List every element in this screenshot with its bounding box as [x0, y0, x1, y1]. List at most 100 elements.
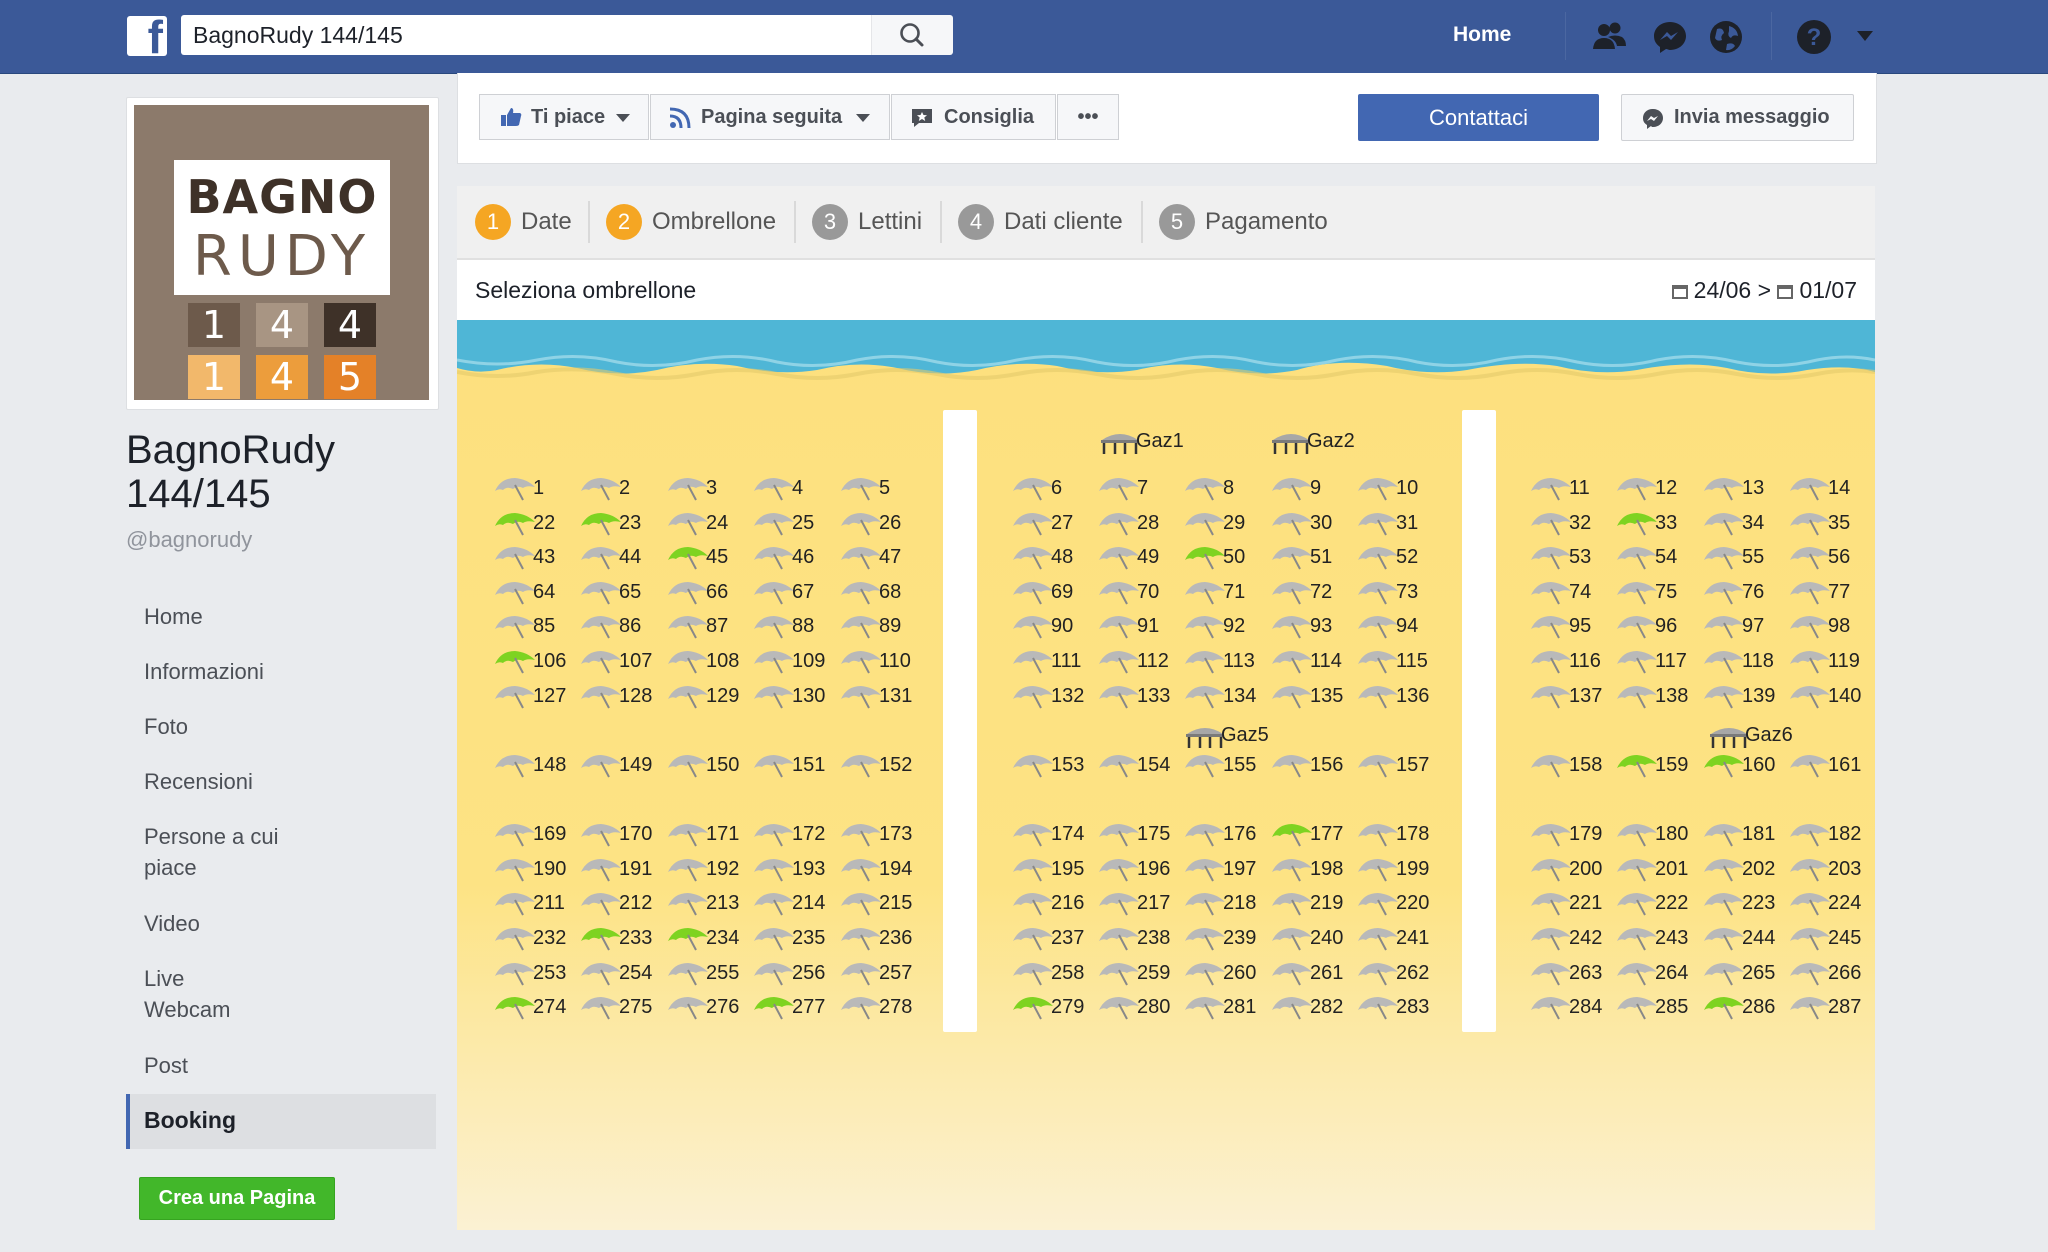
umbrella-152[interactable]: 152	[839, 750, 921, 780]
umbrella-7[interactable]: 7	[1097, 473, 1179, 503]
umbrella-276[interactable]: 276	[666, 992, 748, 1022]
umbrella-3[interactable]: 3	[666, 473, 748, 503]
umbrella-24[interactable]: 24	[666, 508, 748, 538]
umbrella-217[interactable]: 217	[1097, 888, 1179, 918]
umbrella-153[interactable]: 153	[1011, 750, 1093, 780]
umbrella-232[interactable]: 232	[493, 923, 575, 953]
umbrella-4[interactable]: 4	[752, 473, 834, 503]
umbrella-47[interactable]: 47	[839, 542, 921, 572]
umbrella-245[interactable]: 245	[1788, 923, 1870, 953]
more-options-button[interactable]: •••	[1057, 94, 1119, 140]
umbrella-10[interactable]: 10	[1356, 473, 1438, 503]
umbrella-132[interactable]: 132	[1011, 681, 1093, 711]
umbrella-256[interactable]: 256	[752, 958, 834, 988]
send-message-button[interactable]: Invia messaggio	[1621, 94, 1854, 141]
umbrella-263[interactable]: 263	[1529, 958, 1611, 988]
umbrella-274[interactable]: 274	[493, 992, 575, 1022]
umbrella-170[interactable]: 170	[579, 819, 661, 849]
umbrella-281[interactable]: 281	[1183, 992, 1265, 1022]
follow-button[interactable]: Pagina seguita	[650, 94, 890, 140]
umbrella-148[interactable]: 148	[493, 750, 575, 780]
umbrella-70[interactable]: 70	[1097, 577, 1179, 607]
notifications-globe-icon[interactable]	[1707, 18, 1745, 56]
umbrella-111[interactable]: 111	[1011, 646, 1093, 676]
umbrella-133[interactable]: 133	[1097, 681, 1179, 711]
umbrella-157[interactable]: 157	[1356, 750, 1438, 780]
umbrella-194[interactable]: 194	[839, 854, 921, 884]
umbrella-13[interactable]: 13	[1702, 473, 1784, 503]
umbrella-282[interactable]: 282	[1270, 992, 1352, 1022]
umbrella-26[interactable]: 26	[839, 508, 921, 538]
umbrella-264[interactable]: 264	[1615, 958, 1697, 988]
umbrella-219[interactable]: 219	[1270, 888, 1352, 918]
umbrella-266[interactable]: 266	[1788, 958, 1870, 988]
umbrella-91[interactable]: 91	[1097, 611, 1179, 641]
umbrella-196[interactable]: 196	[1097, 854, 1179, 884]
umbrella-182[interactable]: 182	[1788, 819, 1870, 849]
sidebar-item-recensioni[interactable]: Recensioni	[144, 766, 404, 797]
umbrella-130[interactable]: 130	[752, 681, 834, 711]
umbrella-98[interactable]: 98	[1788, 611, 1870, 641]
umbrella-284[interactable]: 284	[1529, 992, 1611, 1022]
umbrella-149[interactable]: 149	[579, 750, 661, 780]
umbrella-127[interactable]: 127	[493, 681, 575, 711]
umbrella-155[interactable]: 155	[1183, 750, 1265, 780]
umbrella-262[interactable]: 262	[1356, 958, 1438, 988]
sidebar-item-post[interactable]: Post	[144, 1050, 404, 1081]
umbrella-218[interactable]: 218	[1183, 888, 1265, 918]
friend-requests-icon[interactable]	[1590, 18, 1628, 56]
umbrella-211[interactable]: 211	[493, 888, 575, 918]
umbrella-5[interactable]: 5	[839, 473, 921, 503]
umbrella-52[interactable]: 52	[1356, 542, 1438, 572]
umbrella-55[interactable]: 55	[1702, 542, 1784, 572]
sidebar-item-home[interactable]: Home	[144, 601, 404, 632]
umbrella-56[interactable]: 56	[1788, 542, 1870, 572]
umbrella-173[interactable]: 173	[839, 819, 921, 849]
umbrella-96[interactable]: 96	[1615, 611, 1697, 641]
umbrella-51[interactable]: 51	[1270, 542, 1352, 572]
umbrella-179[interactable]: 179	[1529, 819, 1611, 849]
umbrella-175[interactable]: 175	[1097, 819, 1179, 849]
gazebo-2[interactable]: Gaz2	[1269, 426, 1379, 456]
umbrella-87[interactable]: 87	[666, 611, 748, 641]
umbrella-73[interactable]: 73	[1356, 577, 1438, 607]
umbrella-255[interactable]: 255	[666, 958, 748, 988]
umbrella-156[interactable]: 156	[1270, 750, 1352, 780]
sidebar-item-foto[interactable]: Foto	[144, 711, 404, 742]
umbrella-178[interactable]: 178	[1356, 819, 1438, 849]
messenger-icon[interactable]	[1651, 18, 1689, 56]
umbrella-139[interactable]: 139	[1702, 681, 1784, 711]
umbrella-241[interactable]: 241	[1356, 923, 1438, 953]
page-title[interactable]: BagnoRudy 144/145	[126, 428, 426, 516]
umbrella-177[interactable]: 177	[1270, 819, 1352, 849]
umbrella-237[interactable]: 237	[1011, 923, 1093, 953]
umbrella-192[interactable]: 192	[666, 854, 748, 884]
umbrella-243[interactable]: 243	[1615, 923, 1697, 953]
umbrella-201[interactable]: 201	[1615, 854, 1697, 884]
gazebo-4[interactable]: Gaz6	[1707, 720, 1817, 750]
umbrella-193[interactable]: 193	[752, 854, 834, 884]
sidebar-item-video[interactable]: Video	[144, 908, 404, 939]
umbrella-30[interactable]: 30	[1270, 508, 1352, 538]
umbrella-75[interactable]: 75	[1615, 577, 1697, 607]
umbrella-222[interactable]: 222	[1615, 888, 1697, 918]
umbrella-244[interactable]: 244	[1702, 923, 1784, 953]
umbrella-119[interactable]: 119	[1788, 646, 1870, 676]
gazebo-1[interactable]: Gaz1	[1098, 426, 1208, 456]
umbrella-116[interactable]: 116	[1529, 646, 1611, 676]
umbrella-1[interactable]: 1	[493, 473, 575, 503]
umbrella-44[interactable]: 44	[579, 542, 661, 572]
umbrella-259[interactable]: 259	[1097, 958, 1179, 988]
umbrella-172[interactable]: 172	[752, 819, 834, 849]
umbrella-258[interactable]: 258	[1011, 958, 1093, 988]
umbrella-212[interactable]: 212	[579, 888, 661, 918]
umbrella-128[interactable]: 128	[579, 681, 661, 711]
umbrella-67[interactable]: 67	[752, 577, 834, 607]
umbrella-254[interactable]: 254	[579, 958, 661, 988]
chevron-down-icon[interactable]	[1856, 30, 1874, 42]
umbrella-221[interactable]: 221	[1529, 888, 1611, 918]
umbrella-285[interactable]: 285	[1615, 992, 1697, 1022]
umbrella-235[interactable]: 235	[752, 923, 834, 953]
umbrella-134[interactable]: 134	[1183, 681, 1265, 711]
umbrella-224[interactable]: 224	[1788, 888, 1870, 918]
